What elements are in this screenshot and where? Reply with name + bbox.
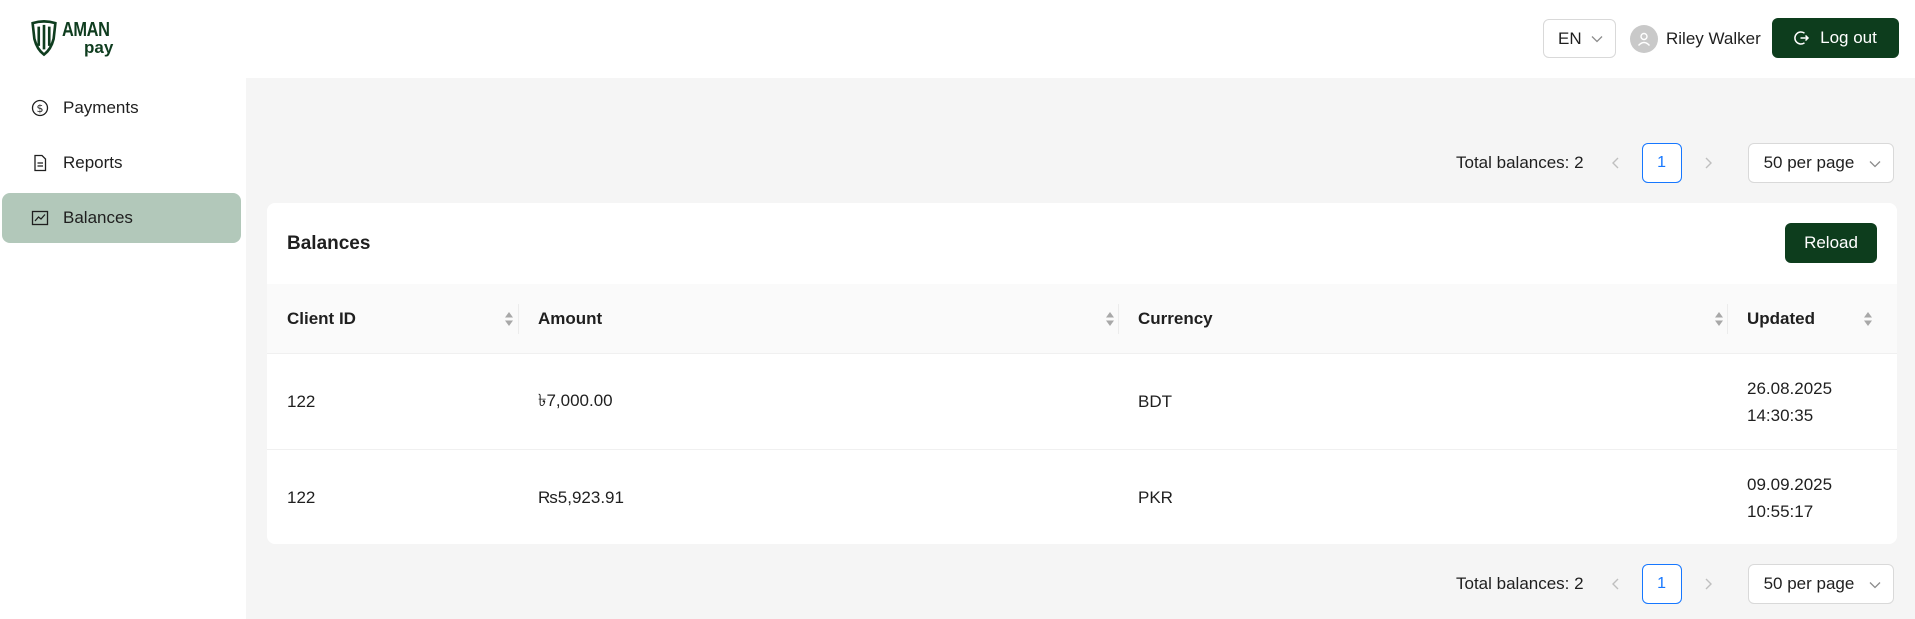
sidebar-item-label: Payments [63,98,139,117]
language-value: EN [1558,28,1582,48]
chevron-left-icon [1611,157,1619,169]
column-header-amount[interactable]: Amount [538,284,602,354]
svg-text:$: $ [37,102,44,115]
main-content: Total balances: 2 1 50 per page Balances… [246,78,1915,619]
cell-currency: PKR [1138,488,1173,507]
page-button-1[interactable]: 1 [1641,564,1682,604]
dollar-circle-icon: $ [31,99,49,117]
logout-icon [1794,31,1810,45]
card-title: Balances [287,233,371,254]
cell-updated: 26.08.2025 14:30:35 [1747,354,1832,450]
file-text-icon [31,154,49,172]
sidebar-item-payments[interactable]: $ Payments [2,83,241,133]
cell-amount: ৳7,000.00 [538,391,613,410]
page-size-select[interactable]: 50 per page [1747,143,1894,183]
updated-time: 10:55:17 [1747,502,1814,521]
line-chart-icon [31,209,49,227]
cell-currency: BDT [1138,392,1172,411]
language-select[interactable]: EN [1543,19,1616,58]
total-balances: Total balances: 2 [1456,574,1584,593]
table-row: 122 ₨5,923.91 PKR 09.09.2025 10:55:17 [267,450,1897,544]
column-header-client-id[interactable]: Client ID [287,284,356,354]
logo-text-line2: pay [84,38,114,57]
column-divider [1727,304,1728,334]
page-size-value: 50 per page [1763,574,1855,593]
table-row: 122 ৳7,000.00 BDT 26.08.2025 14:30:35 [267,354,1897,450]
cell-amount: ₨5,923.91 [538,488,624,507]
chevron-left-icon [1611,578,1619,590]
cell-updated: 09.09.2025 10:55:17 [1747,450,1832,544]
updated-date: 26.08.2025 [1747,379,1833,398]
chevron-down-icon [1869,582,1881,589]
table-header: Client ID Amount Currency Updated [267,284,1897,354]
user-name: Riley Walker [1666,29,1761,48]
chevron-down-icon [1591,36,1603,43]
sort-icon[interactable] [1105,309,1115,329]
pagination-bottom: Total balances: 2 1 50 per page [1456,564,1894,604]
column-header-currency[interactable]: Currency [1138,284,1213,354]
sidebar-item-reports[interactable]: Reports [2,138,241,188]
total-balances: Total balances: 2 [1456,153,1584,172]
sidebar-item-balances[interactable]: Balances [2,193,241,243]
sidebar: $ Payments Reports Balances [0,78,246,619]
balances-card: Balances Reload Client ID Amount Currenc… [267,203,1897,544]
prev-page-button[interactable] [1600,147,1632,179]
column-divider [518,304,519,334]
page-size-value: 50 per page [1763,153,1855,172]
updated-time: 14:30:35 [1747,406,1814,425]
prev-page-button[interactable] [1600,568,1632,600]
logout-button[interactable]: Log out [1772,18,1899,58]
user-avatar-icon [1630,25,1658,53]
cell-client-id: 122 [287,488,316,507]
page-button-1[interactable]: 1 [1641,143,1682,183]
top-header: AMAN pay EN Riley Walker Log out [0,0,1915,78]
chevron-down-icon [1869,161,1881,168]
column-divider [1118,304,1119,334]
column-header-updated[interactable]: Updated [1747,284,1815,354]
logout-label: Log out [1820,28,1877,47]
page-size-select[interactable]: 50 per page [1747,564,1894,604]
user-menu[interactable]: Riley Walker [1630,22,1761,56]
sort-icon[interactable] [1863,309,1873,329]
next-page-button[interactable] [1692,147,1724,179]
chevron-right-icon [1705,578,1712,590]
logo-text-line1: AMAN [62,19,110,41]
pagination-top: Total balances: 2 1 50 per page [1456,143,1894,183]
cell-client-id: 122 [287,392,316,411]
logo-text: AMAN pay [62,20,120,56]
sort-icon[interactable] [1714,309,1724,329]
updated-date: 09.09.2025 [1747,475,1833,494]
next-page-button[interactable] [1692,568,1724,600]
sidebar-item-label: Balances [63,208,133,227]
sort-icon[interactable] [504,309,514,329]
chevron-right-icon [1705,157,1712,169]
sidebar-item-label: Reports [63,153,123,172]
shield-logo-icon [31,20,57,57]
logo[interactable]: AMAN pay [30,17,120,59]
reload-button[interactable]: Reload [1785,223,1877,263]
